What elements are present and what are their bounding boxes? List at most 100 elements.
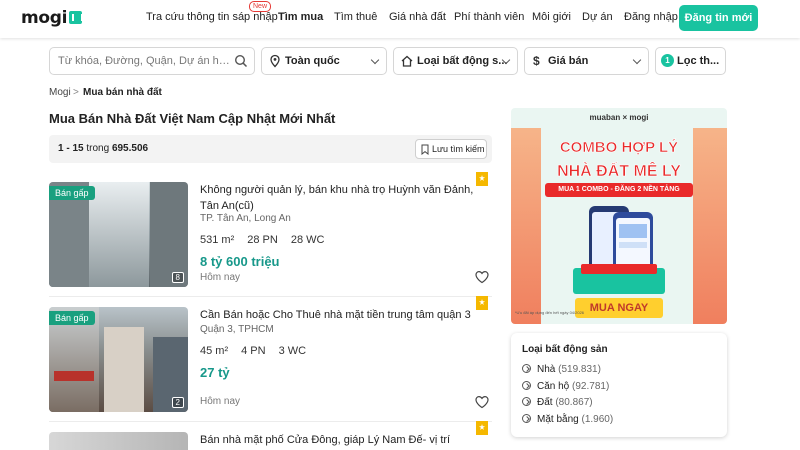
chevron-right-icon: [522, 414, 531, 423]
listing-price: 8 tỷ 600 triệu: [200, 254, 280, 269]
ad-banner: MUA 1 COMBO - ĐĂNG 2 NỀN TẢNG: [545, 183, 693, 197]
type-count: (1.960): [581, 414, 614, 425]
bookmark-icon: [421, 144, 429, 155]
nav-rent[interactable]: Tìm thuê: [334, 11, 377, 23]
listing-title[interactable]: Cần Bán hoặc Cho Thuê nhà mặt tiền trung…: [200, 307, 475, 323]
listing-bedrooms: 4 PN: [241, 345, 266, 357]
phones-illustration-icon: [573, 206, 665, 294]
image-count: 8: [171, 272, 184, 283]
property-type-select[interactable]: Loại bất động s...: [393, 47, 518, 75]
results-connector: trong: [86, 143, 110, 154]
logo-text: mogi: [21, 8, 68, 28]
ad-fine-print: *Ưu đãi áp dụng đến hết ngày 04/2026: [515, 310, 585, 315]
nav-projects[interactable]: Dự án: [582, 11, 613, 23]
breadcrumb-current: Mua bán nhà đất: [83, 87, 162, 98]
ad-headline-2: NHÀ ĐẤT MÊ LY: [557, 161, 681, 180]
listing-area: 531 m²: [200, 234, 235, 246]
listing-location: TP. Tân An, Long An: [200, 213, 291, 224]
listing-title[interactable]: Không người quản lý, bán khu nhà trọ Huỳ…: [200, 182, 475, 214]
type-label: Đất: [537, 397, 553, 408]
dollar-icon: $: [533, 54, 540, 68]
nav-membership-fee[interactable]: Phí thành viên: [454, 11, 524, 23]
ad-headline-1: COMBO HỢP LÝ: [560, 138, 678, 156]
listing-photo[interactable]: [49, 432, 188, 450]
property-type-value: Loại bất động s...: [417, 55, 508, 67]
chevron-down-icon: [370, 55, 380, 65]
listing-specs: 531 m² 28 PN 28 WC: [200, 234, 337, 246]
nav-brokers[interactable]: Môi giới: [532, 11, 571, 23]
heart-icon[interactable]: [474, 394, 490, 410]
results-total: 695.506: [111, 143, 149, 154]
type-label: Nhà: [537, 364, 556, 375]
nav-buy[interactable]: Tìm mua: [278, 11, 323, 23]
listing-location: Quận 3, TPHCM: [200, 324, 274, 335]
breadcrumb-home[interactable]: Mogi: [49, 87, 71, 98]
search-input[interactable]: Từ khóa, Đường, Quận, Dự án hoặc địa dan…: [49, 47, 255, 75]
listing-date: Hôm nay: [200, 396, 241, 407]
price-select[interactable]: $ Giá bán: [524, 47, 649, 75]
listing-bedrooms: 28 PN: [247, 234, 278, 246]
location-select[interactable]: Toàn quốc: [261, 47, 387, 75]
property-type-house[interactable]: Nhà (519.831): [522, 364, 601, 375]
filter-count-badge: 1: [661, 54, 674, 67]
location-value: Toàn quốc: [285, 55, 340, 67]
listing-area: 45 m²: [200, 345, 229, 357]
listing-photo[interactable]: Bán gấp 8: [49, 182, 188, 287]
nav-merger-lookup[interactable]: Tra cứu thông tin sáp nhập: [146, 11, 278, 23]
property-types-card: Loại bất động sản Nhà (519.831) Căn hộ (…: [511, 333, 727, 437]
type-count: (92.781): [572, 381, 610, 392]
save-search-button[interactable]: Lưu tìm kiếm: [415, 139, 487, 159]
chevron-down-icon: [632, 55, 642, 65]
nav-login[interactable]: Đăng nhập: [624, 11, 678, 23]
listing-price: 27 tỷ: [200, 365, 230, 380]
ad-headline: COMBO HỢP LÝ NHÀ ĐẤT MÊ LY: [557, 138, 682, 181]
urgent-sale-tag: Bán gấp: [49, 186, 95, 200]
type-label: Căn hộ: [537, 381, 570, 392]
urgent-sale-tag: Bán gấp: [49, 311, 95, 325]
promo-ad-banner[interactable]: muaban × mogi COMBO HỢP LÝ NHÀ ĐẤT MÊ LY…: [511, 108, 727, 324]
listing-bathrooms: 28 WC: [290, 234, 325, 246]
filter-label: Lọc th...: [677, 55, 720, 67]
vip-star-icon: [476, 172, 488, 186]
type-label: Mặt bằng: [537, 414, 579, 425]
listing-specs: 45 m² 4 PN 3 WC: [200, 345, 319, 357]
chevron-right-icon: [522, 381, 531, 390]
results-count: 1 - 15 trong 695.506: [58, 143, 148, 154]
save-search-label: Lưu tìm kiếm: [432, 144, 485, 154]
listing-photo[interactable]: Bán gấp 2: [49, 307, 188, 412]
vip-star-icon: [476, 421, 488, 435]
property-type-premises[interactable]: Mặt bằng (1.960): [522, 414, 613, 425]
logo-mark-icon: [69, 11, 84, 24]
property-type-apartment[interactable]: Căn hộ (92.781): [522, 381, 609, 392]
heart-icon[interactable]: [474, 269, 490, 285]
chevron-right-icon: [522, 397, 531, 406]
nav-land-prices[interactable]: Giá nhà đất: [389, 11, 446, 23]
listing-title[interactable]: Bán nhà mặt phố Cửa Đông, giáp Lý Nam Đế…: [200, 432, 475, 450]
listing-date: Hôm nay: [200, 272, 241, 283]
post-listing-button[interactable]: Đăng tin mới: [679, 5, 758, 31]
listing-divider: [49, 296, 492, 297]
listing-bathrooms: 3 WC: [278, 345, 307, 357]
type-count: (80.867): [555, 397, 593, 408]
listing-divider: [49, 421, 492, 422]
map-pin-icon: [270, 54, 280, 68]
house-icon: [401, 55, 413, 67]
breadcrumb-separator: >: [73, 87, 79, 98]
property-type-land[interactable]: Đất (80.867): [522, 397, 593, 408]
ad-brands: muaban × mogi: [589, 113, 649, 122]
filter-button[interactable]: 1 Lọc th...: [655, 47, 726, 75]
ad-buy-now-button[interactable]: MUA NGAY: [575, 298, 663, 318]
vip-star-icon: [476, 296, 488, 310]
results-range: 1 - 15: [58, 143, 84, 154]
page-title: Mua Bán Nhà Đất Việt Nam Cập Nhật Mới Nh…: [49, 111, 336, 126]
image-count: 2: [171, 397, 184, 408]
search-placeholder: Từ khóa, Đường, Quận, Dự án hoặc địa dan…: [58, 55, 230, 67]
search-icon[interactable]: [234, 54, 248, 68]
type-count: (519.831): [558, 364, 601, 375]
mogi-logo[interactable]: mogi: [21, 8, 84, 28]
new-badge: New: [249, 1, 272, 12]
top-nav-bar: mogi Tra cứu thông tin sáp nhập New Tìm …: [0, 0, 800, 38]
price-value: Giá bán: [548, 55, 589, 67]
chevron-right-icon: [522, 364, 531, 373]
property-types-title: Loại bất động sản: [522, 344, 608, 355]
